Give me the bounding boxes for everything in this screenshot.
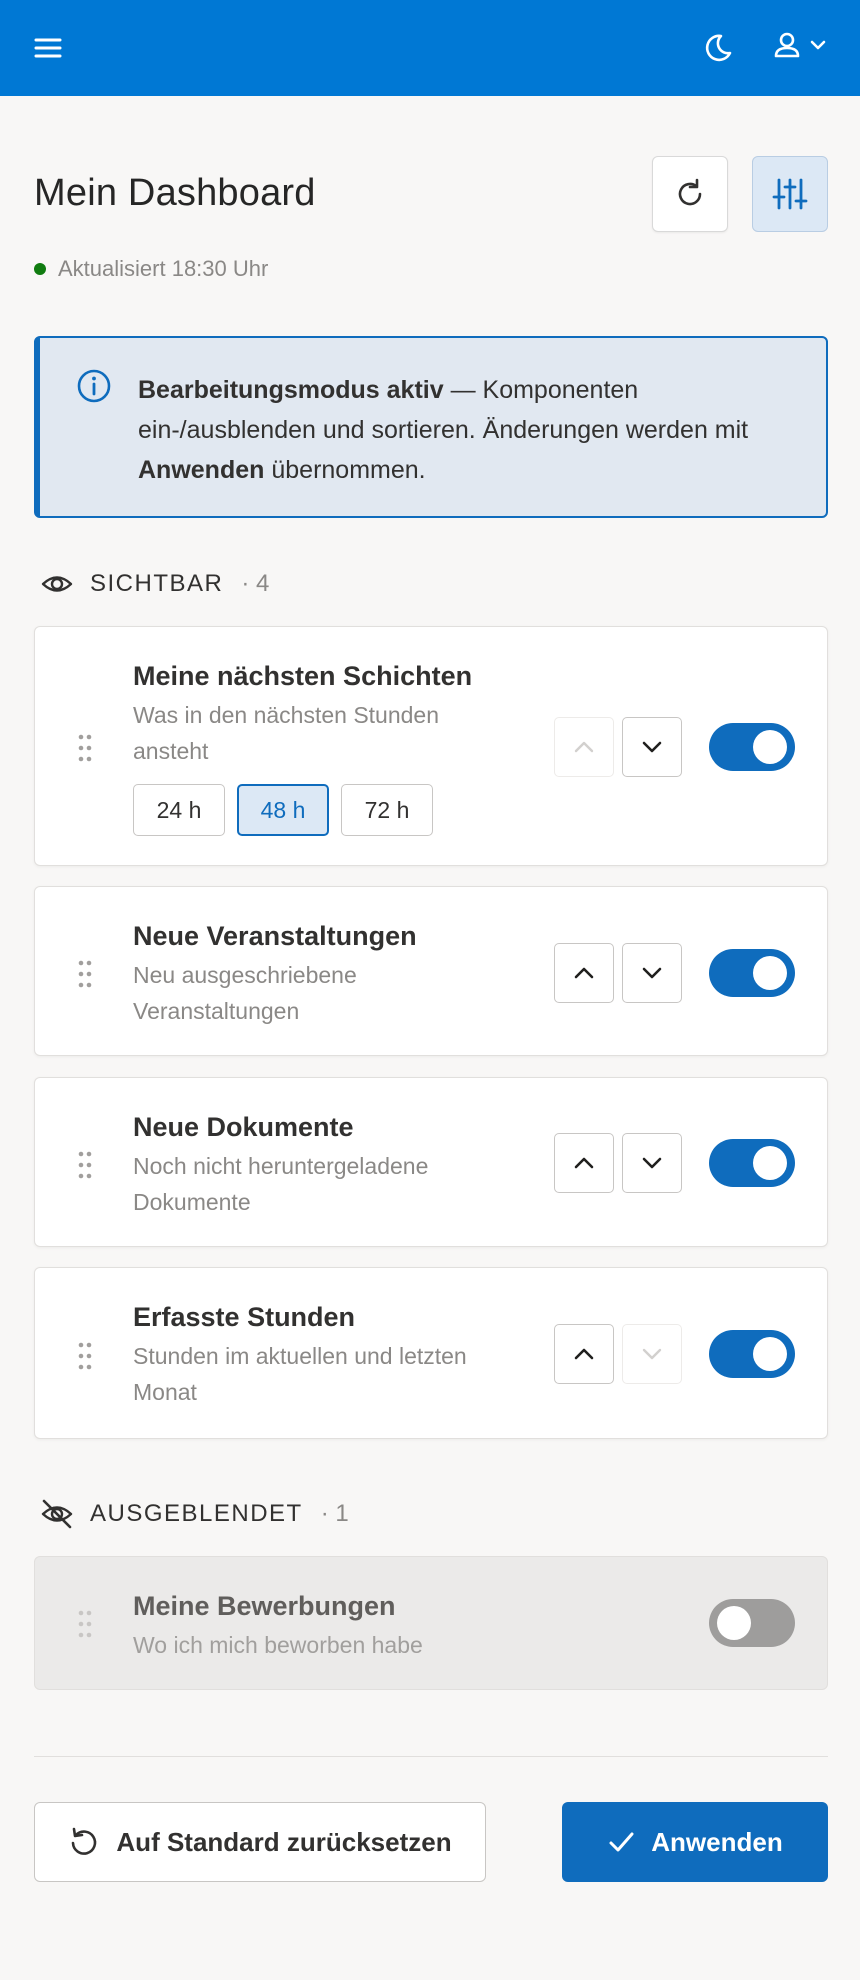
status-text: Aktualisiert 18:30 Uhr [58,256,269,281]
visibility-toggle[interactable] [709,1330,795,1378]
toggle-knob [753,956,787,990]
move-up-button[interactable] [554,943,614,1003]
reset-icon [72,1827,97,1855]
banner-bold-2: Anwenden [138,456,265,484]
info-icon [76,368,112,404]
footer-divider [34,1756,828,1757]
widget-subtitle: Noch nicht heruntergeladene Dokumente [133,1153,429,1215]
hidden-section-header: AUSGEBLENDET · 1 [40,1496,349,1532]
chevron-down-icon [642,1157,662,1169]
chevron-down-icon [642,1348,662,1360]
user-icon [774,32,800,58]
drag-handle-icon[interactable] [77,733,93,763]
chevron-up-icon [574,967,594,979]
widget-card: Neue Veranstaltungen Neu ausgeschriebene… [34,886,828,1056]
hidden-section-count: · 1 [320,1500,349,1527]
move-up-button[interactable] [554,1133,614,1193]
chevron-up-icon [574,1348,594,1360]
widget-title: Erfasste Stunden [133,1302,356,1332]
hidden-widget-card: Meine Bewerbungen Wo ich mich beworben h… [34,1556,828,1690]
reset-to-default-button[interactable]: Auf Standard zurücksetzen [34,1802,486,1882]
chevron-up-icon [574,1157,594,1169]
drag-handle-icon[interactable] [77,959,93,989]
eye-icon [41,576,73,592]
chevron-up-icon [574,741,594,753]
user-menu-button[interactable] [772,28,834,64]
visible-section-label: SICHTBAR [90,570,224,597]
widget-subtitle: Neu ausgeschriebene Veranstaltungen [133,962,357,1024]
widget-subtitle: Was in den nächsten Stunden ansteht [133,702,440,764]
refresh-button[interactable] [652,156,728,232]
move-up-button[interactable] [554,1324,614,1384]
widget-title: Neue Veranstaltungen [133,921,417,951]
move-down-button[interactable] [622,943,682,1003]
toggle-knob [753,1146,787,1180]
drag-handle-icon[interactable] [77,1341,93,1371]
hidden-section-label: AUSGEBLENDET [90,1500,303,1527]
drag-handle-icon[interactable] [77,1609,93,1639]
visibility-toggle[interactable] [709,1599,795,1647]
widget-card: Erfasste Stunden Stunden im aktuellen un… [34,1267,828,1439]
visible-section-count: · 4 [241,570,270,597]
range-button-72h[interactable]: 72 h [341,784,433,836]
drag-handle-icon[interactable] [77,1150,93,1180]
apply-button[interactable]: Anwenden [562,1802,828,1882]
move-down-button[interactable] [622,1133,682,1193]
reset-label: Auf Standard zurücksetzen [116,1826,452,1857]
sliders-icon [772,178,808,210]
toggle-knob [753,1337,787,1371]
move-down-button[interactable] [622,1324,682,1384]
widget-subtitle: Stunden im aktuellen und letzten Monat [133,1343,467,1405]
eye-off-icon [41,1499,73,1529]
banner-text: Bearbeitungsmodus aktiv — Komponenten ei… [138,370,778,490]
hamburger-menu-icon[interactable] [30,30,66,66]
widget-title: Meine Bewerbungen [133,1591,396,1621]
widget-subtitle: Wo ich mich beworben habe [133,1632,423,1658]
customize-button[interactable] [752,156,828,232]
move-down-button[interactable] [622,717,682,777]
visible-section-header: SICHTBAR · 4 [40,566,269,602]
chevron-down-icon [642,967,662,979]
edit-mode-banner: Bearbeitungsmodus aktiv — Komponenten ei… [34,336,828,518]
visibility-toggle[interactable] [709,949,795,997]
top-app-bar [0,0,860,96]
toggle-knob [753,730,787,764]
move-up-button[interactable] [554,717,614,777]
visibility-toggle[interactable] [709,723,795,771]
banner-text-2: übernommen. [264,456,426,484]
range-button-48h[interactable]: 48 h [237,784,329,836]
refresh-icon [678,178,702,206]
last-updated-status: Aktualisiert 18:30 Uhr [34,256,268,282]
widget-card: Meine nächsten Schichten Was in den näch… [34,626,828,866]
widget-card: Neue Dokumente Noch nicht heruntergelade… [34,1077,828,1247]
chevron-down-icon [810,40,826,50]
check-icon [609,1832,634,1852]
widget-title: Meine nächsten Schichten [133,661,473,691]
visibility-toggle[interactable] [709,1139,795,1187]
status-dot [34,263,46,275]
moon-icon[interactable] [700,30,736,66]
page-title: Mein Dashboard [34,172,316,214]
toggle-knob [717,1606,751,1640]
widget-title: Neue Dokumente [133,1112,354,1142]
banner-bold: Bearbeitungsmodus aktiv [138,376,444,404]
chevron-down-icon [642,741,662,753]
range-button-24h[interactable]: 24 h [133,784,225,836]
apply-label: Anwenden [651,1826,783,1857]
